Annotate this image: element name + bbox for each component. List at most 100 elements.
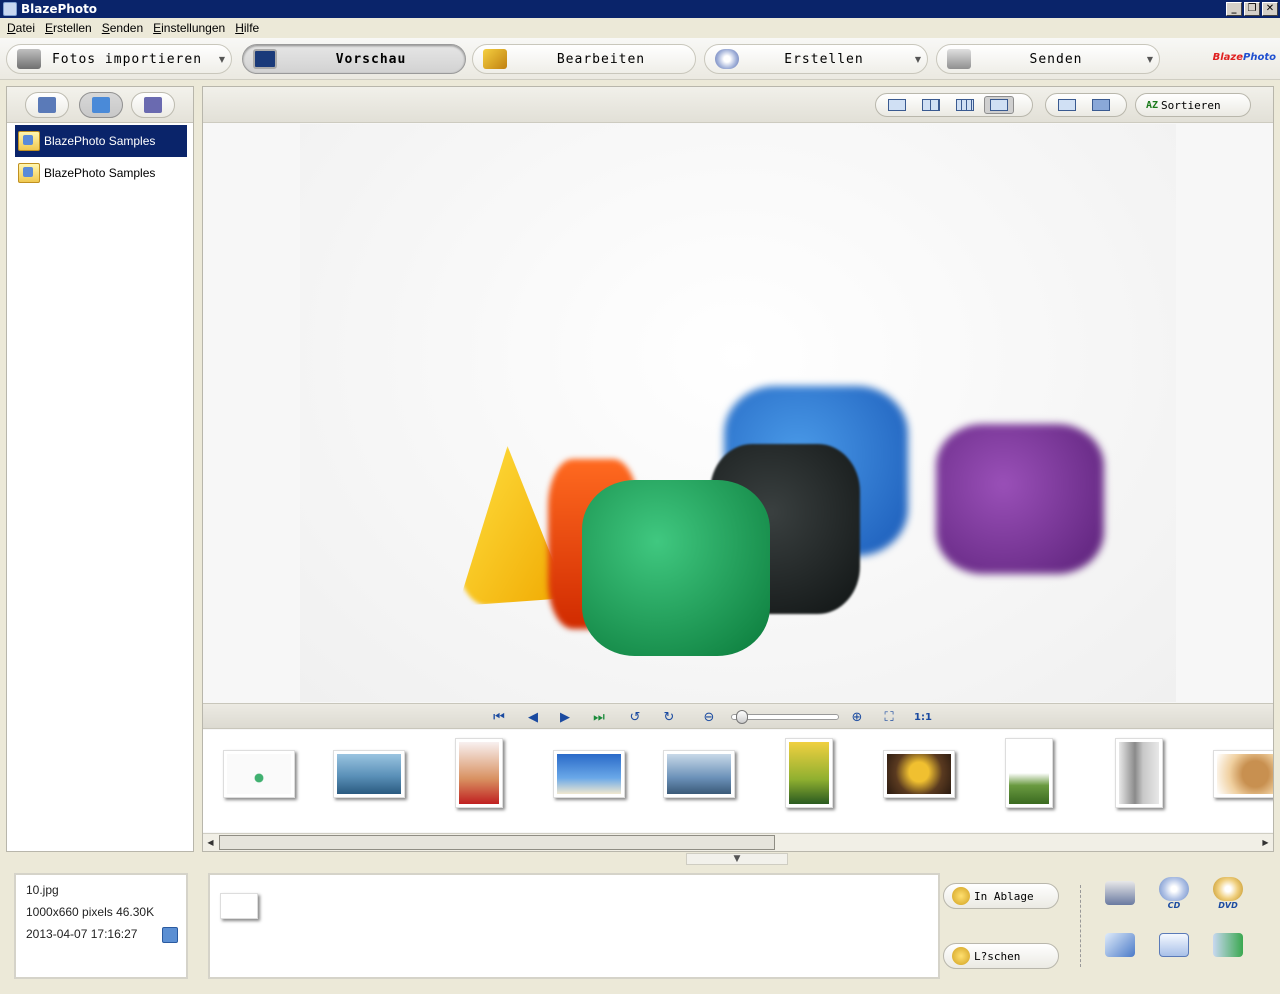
thumbnail[interactable] — [223, 750, 295, 798]
create-button[interactable]: Erstellen ▼ — [704, 44, 928, 74]
thumbnail[interactable] — [883, 750, 955, 798]
email-icon — [1159, 933, 1189, 957]
maximize-button[interactable]: ❐ — [1244, 2, 1260, 16]
thumbnail[interactable] — [663, 750, 735, 798]
thumbnail-scrollbar[interactable]: ◀ ▶ — [203, 833, 1273, 851]
grid4-view-button[interactable] — [916, 96, 946, 114]
add-to-tray-button[interactable]: In Ablage — [943, 883, 1059, 909]
disc-icon — [715, 49, 739, 69]
preview-button[interactable]: Vorschau — [242, 44, 466, 74]
grid4-icon — [922, 99, 940, 111]
printer-icon — [947, 49, 971, 69]
chevron-down-icon: ▼ — [218, 54, 226, 64]
first-photo-button[interactable]: ⏮ — [489, 708, 509, 726]
tab-albums[interactable] — [131, 92, 175, 118]
chevron-down-icon: ▼ — [1146, 54, 1154, 64]
menu-bar: Datei Erstellen Senden Einstellungen Hil… — [0, 18, 1280, 37]
thumbnail[interactable] — [785, 738, 833, 808]
info-filename: 10.jpg — [26, 883, 59, 897]
chevron-down-icon: ▼ — [914, 54, 922, 64]
delete-button[interactable]: L?schen — [943, 943, 1059, 969]
tray-thumbnail[interactable] — [220, 893, 258, 919]
filmstrip-view-button[interactable] — [984, 96, 1014, 114]
next-photo-button[interactable]: ▶ — [555, 708, 575, 726]
folder-panel-tabs — [7, 87, 193, 123]
thumbnail[interactable] — [455, 738, 503, 808]
menu-senden[interactable]: Senden — [97, 21, 148, 35]
previous-photo-button[interactable]: ◀ — [523, 708, 543, 726]
fit-window-button[interactable]: ⛶ — [879, 708, 899, 726]
divider — [1080, 885, 1081, 967]
fullscreen-button[interactable] — [1052, 96, 1082, 114]
burn-dvd-button[interactable]: DVD — [1210, 876, 1246, 910]
close-button[interactable]: ✕ — [1262, 2, 1278, 16]
album-icon — [144, 97, 162, 113]
printer-icon — [1105, 881, 1135, 905]
info-datetime: 2013-04-07 17:16:27 — [26, 927, 138, 941]
minimize-button[interactable]: _ — [1226, 2, 1242, 16]
thumbnail[interactable] — [553, 750, 625, 798]
folder-label: BlazePhoto Samples — [44, 134, 156, 148]
import-photos-button[interactable]: Fotos importieren ▼ — [6, 44, 232, 74]
scrollbar-thumb[interactable] — [219, 835, 775, 850]
edit-button[interactable]: Bearbeiten — [472, 44, 696, 74]
window-title: BlazePhoto — [21, 2, 98, 16]
folder-tree-icon — [38, 97, 56, 113]
purple-die — [936, 424, 1104, 574]
tab-calendar[interactable] — [79, 92, 123, 118]
navigation-bar: ⏮ ◀ ▶ ⏭ ↺ ↻ ⊖ ⊕ ⛶ 1:1 — [203, 703, 1273, 729]
sort-button[interactable]: AZ Sortieren — [1135, 93, 1251, 117]
thumbnail[interactable] — [1213, 750, 1273, 798]
html-export-button[interactable] — [1102, 928, 1138, 962]
rotate-left-button[interactable]: ↺ — [625, 708, 645, 726]
view-toolbar: AZ Sortieren — [203, 87, 1273, 123]
actual-size-button[interactable]: 1:1 — [913, 708, 933, 726]
grid9-icon — [956, 99, 974, 111]
zoom-in-button[interactable]: ⊕ — [847, 708, 867, 726]
thumbnail[interactable] — [1115, 738, 1163, 808]
thumbnail[interactable] — [333, 750, 405, 798]
delete-icon — [952, 947, 970, 965]
main-photo — [300, 124, 1176, 702]
export-button[interactable] — [1210, 928, 1246, 962]
filmstrip-icon — [990, 99, 1008, 111]
zoom-slider-handle[interactable] — [735, 710, 748, 724]
export-icon — [1213, 933, 1243, 957]
rotate-right-button[interactable]: ↻ — [659, 708, 679, 726]
folder-panel: BlazePhoto Samples BlazePhoto Samples — [6, 86, 194, 852]
folder-icon — [18, 131, 40, 151]
view-mode-group — [875, 93, 1033, 117]
title-bar: BlazePhoto _ ❐ ✕ — [0, 0, 1280, 18]
zoom-out-button[interactable]: ⊖ — [699, 708, 719, 726]
folder-item[interactable]: BlazePhoto Samples — [15, 157, 187, 189]
folder-label: BlazePhoto Samples — [44, 166, 156, 180]
html-icon — [1105, 933, 1135, 957]
monitor-icon — [1058, 99, 1076, 111]
folder-icon — [18, 163, 40, 183]
last-photo-button[interactable]: ⏭ — [589, 708, 609, 726]
print-button[interactable] — [1102, 876, 1138, 910]
send-button[interactable]: Senden ▼ — [936, 44, 1160, 74]
slideshow-button[interactable] — [1086, 96, 1116, 114]
menu-einstellungen[interactable]: Einstellungen — [148, 21, 230, 35]
scroll-left-arrow[interactable]: ◀ — [203, 835, 218, 850]
menu-datei[interactable]: Datei — [2, 21, 40, 35]
panel-splitter[interactable]: ▼ — [686, 853, 788, 865]
preview-label: Vorschau — [335, 51, 407, 67]
import-photos-label: Fotos importieren — [51, 51, 203, 67]
details-icon[interactable] — [162, 927, 178, 943]
burn-cd-button[interactable]: CD — [1156, 876, 1192, 910]
menu-erstellen[interactable]: Erstellen — [40, 21, 97, 35]
email-button[interactable] — [1156, 928, 1192, 962]
thumbnail[interactable] — [1005, 738, 1053, 808]
thumbnail-strip — [203, 730, 1273, 832]
tab-folders[interactable] — [25, 92, 69, 118]
create-label: Erstellen — [784, 51, 864, 67]
single-view-button[interactable] — [882, 96, 912, 114]
scroll-right-arrow[interactable]: ▶ — [1258, 835, 1273, 850]
info-dimensions: 1000x660 pixels 46.30K — [26, 905, 155, 919]
single-view-icon — [888, 99, 906, 111]
menu-hilfe[interactable]: Hilfe — [230, 21, 264, 35]
folder-item[interactable]: BlazePhoto Samples — [15, 125, 187, 157]
grid9-view-button[interactable] — [950, 96, 980, 114]
